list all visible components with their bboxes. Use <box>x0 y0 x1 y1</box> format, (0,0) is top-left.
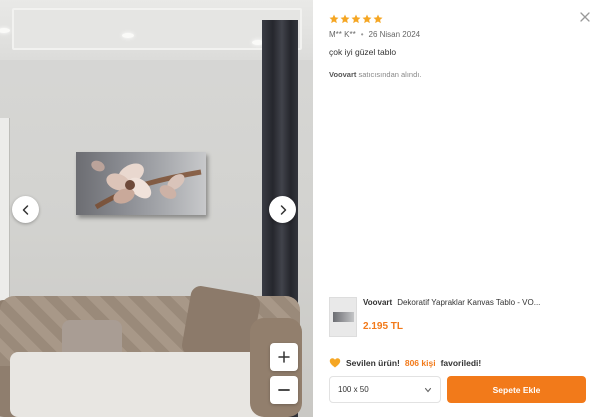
chevron-down-icon <box>424 387 432 392</box>
review-comment: çok iyi güzel tablo <box>329 47 397 57</box>
next-photo-button[interactable] <box>269 196 296 223</box>
add-to-cart-button[interactable]: Sepete Ekle <box>447 376 586 403</box>
previous-photo-button[interactable] <box>12 196 39 223</box>
seller-name: Voovart <box>329 70 357 79</box>
star-icon <box>373 14 383 24</box>
plus-icon <box>278 351 290 363</box>
size-dropdown[interactable]: 100 x 50 <box>329 376 441 403</box>
seller-suffix: satıcısından alındı. <box>358 70 422 79</box>
review-author: M** K** <box>329 30 356 39</box>
product-card[interactable]: Voovart Dekoratif Yapraklar Kanvas Tablo … <box>329 297 589 341</box>
product-title[interactable]: Voovart Dekoratif Yapraklar Kanvas Tablo … <box>363 298 589 307</box>
favorites-count: 806 kişi <box>404 358 436 368</box>
review-date: 26 Nisan 2024 <box>368 30 421 39</box>
review-detail-panel: M** K** • 26 Nisan 2024 çok iyi güzel tabl… <box>313 0 600 417</box>
close-icon[interactable] <box>578 10 592 24</box>
canvas-painting <box>76 152 206 215</box>
review-meta: M** K** • 26 Nisan 2024 <box>329 30 421 39</box>
product-thumbnail[interactable] <box>329 297 357 337</box>
star-rating <box>329 14 383 24</box>
size-value: 100 x 50 <box>338 385 369 394</box>
chevron-right-icon <box>280 204 286 215</box>
minus-icon <box>278 389 290 391</box>
star-icon <box>351 14 361 24</box>
zoom-in-button[interactable] <box>270 343 298 371</box>
flower-artwork <box>91 160 202 210</box>
heart-icon <box>329 358 341 368</box>
review-photo-viewer <box>0 0 313 417</box>
favorites-suffix: favoriledi! <box>440 358 482 368</box>
product-brand: Voovart <box>363 298 393 307</box>
star-icon <box>329 14 339 24</box>
product-name: Dekoratif Yapraklar Kanvas Tablo - VO... <box>397 298 541 307</box>
chevron-left-icon <box>22 204 28 215</box>
favorites-prefix: Sevilen ürün! <box>346 358 400 368</box>
product-price: 2.195 TL <box>363 321 404 332</box>
star-icon <box>340 14 350 24</box>
seller-info: Voovart satıcısından alındı. <box>329 70 421 79</box>
favorites-banner: Sevilen ürün! 806 kişi favoriledi! <box>329 357 481 369</box>
star-icon <box>362 14 372 24</box>
zoom-out-button[interactable] <box>270 376 298 404</box>
